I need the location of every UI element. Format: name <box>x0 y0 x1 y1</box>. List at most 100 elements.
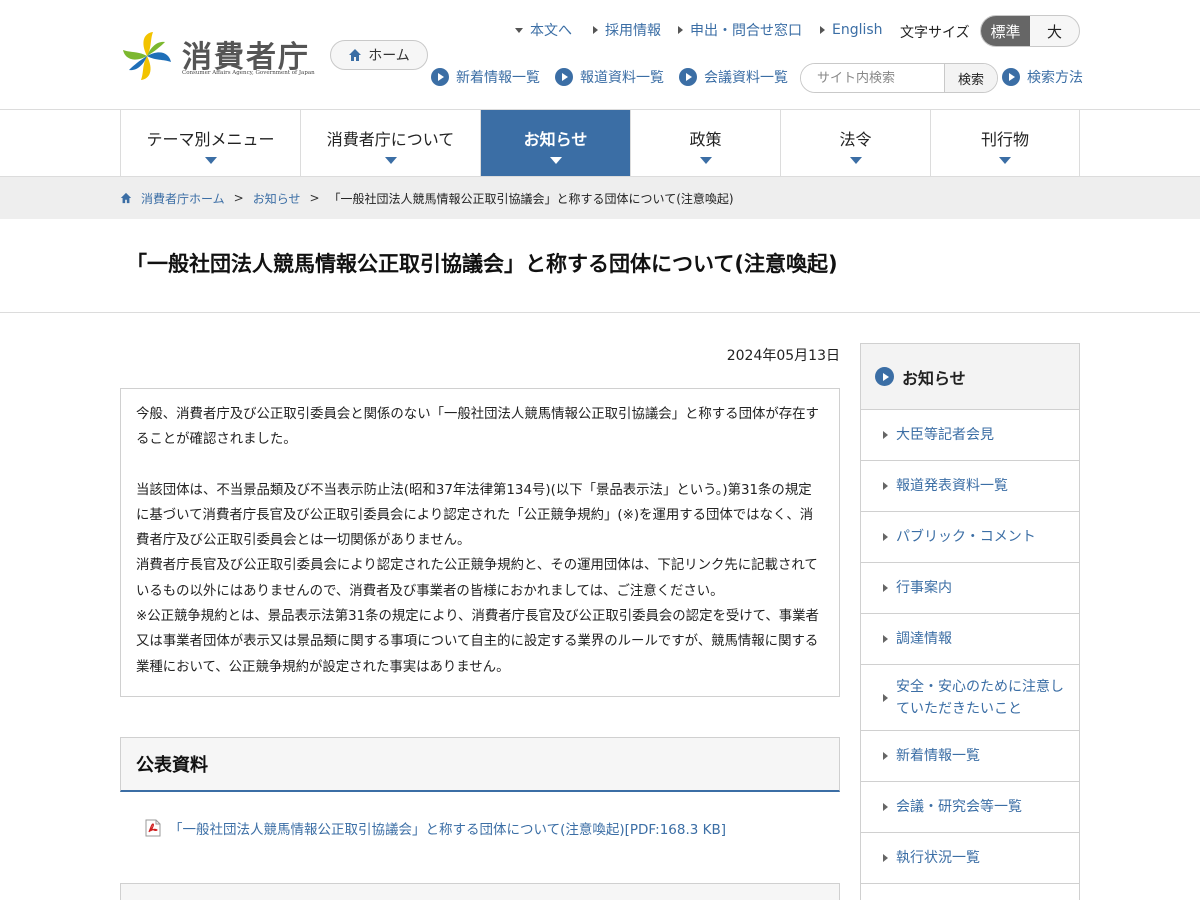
caret-right-icon <box>883 752 888 760</box>
side-item-label: 執行状況一覧 <box>896 850 980 866</box>
skip-to-content-link[interactable]: 本文へ <box>515 20 572 40</box>
side-item-label: パブリック・コメント <box>896 529 1036 545</box>
side-item-enforcement[interactable]: 執行状況一覧 <box>861 833 1079 884</box>
house-icon <box>349 49 362 61</box>
side-item-label: 報道発表資料一覧 <box>896 478 1008 494</box>
recruit-link[interactable]: 採用情報 <box>593 20 661 40</box>
sub-link-label: 検索方法 <box>1027 70 1083 86</box>
side-item-label: 大臣等記者会見 <box>896 427 994 443</box>
side-nav-heading-label: お知らせ <box>902 368 966 388</box>
breadcrumb-section-link[interactable]: お知らせ <box>253 190 301 207</box>
util-link-label: 採用情報 <box>605 23 661 39</box>
home-button-label: ホーム <box>368 48 410 64</box>
arrow-circle-icon <box>555 68 573 86</box>
home-button[interactable]: ホーム <box>330 40 428 70</box>
caret-right-icon <box>593 26 598 34</box>
chevron-down-icon <box>549 157 562 164</box>
next-section-box <box>120 883 840 900</box>
side-item-safety[interactable]: 安全・安心のために注意していただきたいこと <box>861 665 1079 731</box>
pdf-file-icon <box>145 819 161 837</box>
gnav-about[interactable]: 消費者庁について <box>301 110 481 176</box>
gnav-publications[interactable]: 刊行物 <box>931 110 1080 176</box>
font-size-standard-button[interactable]: 標準 <box>981 16 1030 46</box>
pdf-download-link[interactable]: 「一般社団法人競馬情報公正取引協議会」と称する団体について(注意喚起)[PDF:… <box>145 818 726 838</box>
notice-paragraph: 消費者庁長官及び公正取引委員会により認定された公正競争規約と、その運用団体は、下… <box>136 558 818 599</box>
side-item-press-releases[interactable]: 報道発表資料一覧 <box>861 461 1079 512</box>
notice-paragraph: 当該団体は、不当景品類及び不当表示防止法(昭和37年法律第134号)(以下「景品… <box>136 482 814 549</box>
breadcrumb-separator: > <box>309 191 320 205</box>
side-item-meetings[interactable]: 会議・研究会等一覧 <box>861 782 1079 833</box>
english-link[interactable]: English <box>820 20 883 40</box>
news-list-link[interactable]: 新着情報一覧 <box>431 67 540 87</box>
page-title: 「一般社団法人競馬情報公正取引協議会」と称する団体について(注意喚起) <box>126 252 838 276</box>
caret-right-icon <box>820 26 825 34</box>
site-header: 消費者庁 Consumer Affairs Agency, Government… <box>0 0 1200 110</box>
search-button[interactable]: 検索 <box>944 64 997 92</box>
gnav-label: テーマ別メニュー <box>146 130 275 149</box>
gnav-label: 消費者庁について <box>326 130 455 149</box>
pdf-link-label: 「一般社団法人競馬情報公正取引協議会」と称する団体について(注意喚起)[PDF:… <box>169 822 727 838</box>
gnav-law[interactable]: 法令 <box>781 110 931 176</box>
logo-subtitle: Consumer Affairs Agency, Government of J… <box>182 70 315 76</box>
arrow-circle-icon <box>875 367 894 386</box>
font-size-label: 文字サイズ <box>900 25 970 41</box>
logo-pinwheel-icon <box>123 32 171 80</box>
chevron-down-icon <box>204 157 217 164</box>
side-item-label: 新着情報一覧 <box>896 748 980 764</box>
side-item-news-list[interactable]: 新着情報一覧 <box>861 731 1079 782</box>
search-input[interactable] <box>801 64 944 92</box>
side-item-label: 調達情報 <box>896 631 952 647</box>
side-nav: お知らせ 大臣等記者会見 報道発表資料一覧 パブリック・コメント 行事案内 調達… <box>860 343 1080 900</box>
gnav-label: 政策 <box>689 130 722 149</box>
util-link-label: 申出・問合せ窓口 <box>690 23 802 39</box>
breadcrumb-separator: > <box>233 191 244 205</box>
caret-right-icon <box>883 482 888 490</box>
side-item-procurement[interactable]: 調達情報 <box>861 614 1079 665</box>
chevron-down-icon <box>999 157 1011 164</box>
side-item-press-conference[interactable]: 大臣等記者会見 <box>861 410 1079 461</box>
breadcrumb-home-link[interactable]: 消費者庁ホーム <box>141 190 225 207</box>
sub-link-label: 新着情報一覧 <box>456 70 540 86</box>
site-search: 検索 <box>800 63 998 93</box>
side-item-public-comment[interactable]: パブリック・コメント <box>861 512 1079 563</box>
meeting-list-link[interactable]: 会議資料一覧 <box>679 67 788 87</box>
inquiry-link[interactable]: 申出・問合せ窓口 <box>678 20 802 40</box>
gnav-policy[interactable]: 政策 <box>631 110 781 176</box>
notice-paragraph: 今般、消費者庁及び公正取引委員会と関係のない「一般社団法人競馬情報公正取引協議会… <box>136 407 819 448</box>
font-size-large-button[interactable]: 大 <box>1030 16 1079 46</box>
gnav-label: お知らせ <box>523 130 588 149</box>
caret-right-icon <box>883 431 888 439</box>
caret-right-icon <box>883 533 888 541</box>
chevron-down-icon <box>849 157 862 164</box>
side-item-label: 安全・安心のために注意していただきたいこと <box>896 678 1064 717</box>
notice-paragraph: ※公正競争規約とは、景品表示法第31条の規定により、消費者庁長官及び公正取引委員… <box>136 609 819 675</box>
caret-right-icon <box>883 635 888 643</box>
site-logo[interactable]: 消費者庁 Consumer Affairs Agency, Government… <box>120 30 315 82</box>
chevron-down-icon <box>384 157 397 164</box>
gnav-theme-menu[interactable]: テーマ別メニュー <box>121 110 301 176</box>
notice-body: 今般、消費者庁及び公正取引委員会と関係のない「一般社団法人競馬情報公正取引協議会… <box>120 388 840 697</box>
util-link-label: 本文へ <box>530 23 572 39</box>
util-link-label: English <box>832 22 883 38</box>
chevron-down-icon <box>699 157 712 164</box>
search-help-link[interactable]: 検索方法 <box>1002 67 1083 87</box>
breadcrumb: 消費者庁ホーム > お知らせ > 「一般社団法人競馬情報公正取引協議会」と称する… <box>0 177 1200 219</box>
arrow-circle-icon <box>1002 68 1020 86</box>
side-item-label: 会議・研究会等一覧 <box>896 799 1022 815</box>
font-size-switcher: 標準 大 <box>980 15 1080 47</box>
arrow-circle-icon <box>679 68 697 86</box>
gnav-news[interactable]: お知らせ <box>481 110 631 176</box>
title-divider <box>0 312 1200 313</box>
sub-link-label: 会議資料一覧 <box>704 70 788 86</box>
public-materials-heading: 公表資料 <box>120 737 840 792</box>
caret-right-icon <box>883 693 888 702</box>
press-list-link[interactable]: 報道資料一覧 <box>555 67 664 87</box>
global-nav: テーマ別メニュー 消費者庁について お知らせ 政策 法令 刊行物 <box>120 110 1080 176</box>
side-item-events[interactable]: 行事案内 <box>861 563 1079 614</box>
caret-right-icon <box>678 26 683 34</box>
breadcrumb-current: 「一般社団法人競馬情報公正取引協議会」と称する団体について(注意喚起) <box>328 191 734 206</box>
publish-date: 2024年05月13日 <box>726 348 840 364</box>
caret-right-icon <box>883 584 888 592</box>
gnav-label: 刊行物 <box>980 130 1029 149</box>
caret-right-icon <box>883 854 888 862</box>
